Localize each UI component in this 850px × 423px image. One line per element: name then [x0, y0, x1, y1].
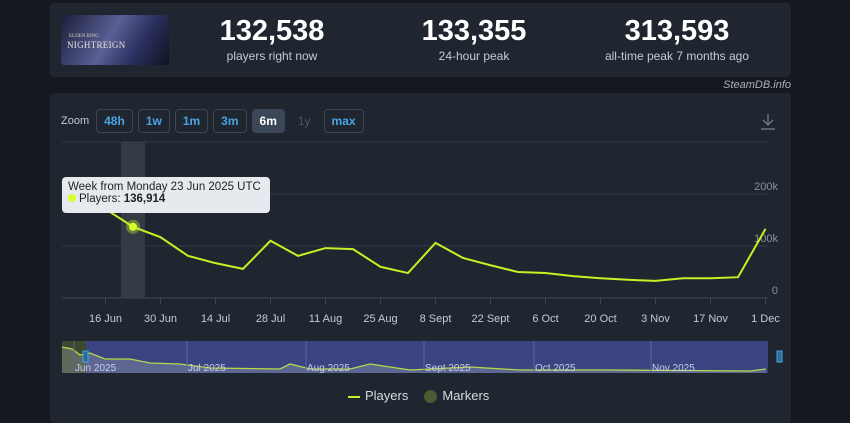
navigator-label: Aug 2025 [307, 363, 350, 374]
x-tick-label: 8 Sept [420, 313, 452, 325]
x-tick-label: 14 Jul [201, 313, 230, 325]
tooltip-series: Players: [79, 193, 124, 205]
line-icon [348, 395, 360, 398]
player-chart[interactable]: 0100k200k16 Jun 30 Jun 14 Jul 28 Jul 11 Aug 2… [50, 93, 791, 423]
y-tick-label: 200k [754, 181, 778, 193]
logo-title: NIGHTREIGN [67, 40, 126, 50]
x-tick-label: 16 Jun [89, 313, 122, 325]
chart-tooltip: Week from Monday 23 Jun 2025 UTC Players… [62, 177, 270, 213]
stat-label: players right now [226, 49, 318, 63]
legend-players[interactable]: Players [348, 388, 408, 403]
x-tick-label: 1 Dec [751, 313, 780, 325]
legend-label: Players [365, 388, 409, 404]
x-tick-label: 22 Sept [472, 313, 510, 325]
stats-card: ELDEN RING NIGHTREIGN 132,538 players ri… [50, 3, 791, 77]
legend-markers[interactable]: Markers [424, 388, 490, 404]
y-tick-label: 0 [772, 285, 778, 297]
legend-label: Markers [442, 388, 490, 403]
stat-value: 132,538 [219, 15, 325, 47]
stat-value: 313,593 [624, 15, 730, 47]
chart-card: Zoom 48h 1w 1m 3m 6m 1y max 0 100k 200k 16 … [50, 93, 791, 423]
navigator-label: Nov 2025 [652, 363, 695, 374]
navigator-handle-right [776, 350, 783, 363]
stat-alltime-peak: 313,593 all-time peak 7 months ago [577, 15, 777, 63]
navigator-label: Oct 2025 [535, 363, 576, 374]
series-dot-icon [68, 194, 76, 202]
stat-current: 132,538 players right now [172, 15, 372, 63]
x-tick-label: 30 Jun [144, 313, 177, 325]
chart-legend: Players Markers [348, 388, 490, 404]
x-tick-label: 17 Nov [693, 313, 728, 325]
stat-label: all-time peak 7 months ago [604, 49, 750, 63]
tooltip-value: 136,914 [123, 193, 166, 205]
navigator-label: Sept 2025 [425, 363, 471, 374]
data-point [126, 219, 140, 234]
x-tick-label: 25 Aug [363, 313, 397, 325]
navigator-label: Jun 2025 [75, 363, 117, 374]
stat-label: 24-hour peak [438, 49, 510, 63]
navigator-handle-left [82, 350, 89, 363]
stat-24h-peak: 133,355 24-hour peak [374, 15, 574, 63]
marker-icon [424, 390, 438, 404]
x-tick-label: 28 Jul [256, 313, 285, 325]
game-thumbnail[interactable]: ELDEN RING NIGHTREIGN [61, 15, 169, 65]
logo-small: ELDEN RING [69, 34, 99, 39]
x-tick-label: 20 Oct [584, 313, 616, 325]
x-tick-label: 3 Nov [641, 313, 670, 325]
stat-value: 133,355 [421, 15, 527, 47]
navigator-label: Jul 2025 [188, 363, 226, 374]
tooltip-title: Week from Monday 23 Jun 2025 UTC [68, 181, 261, 193]
steamdb-credit[interactable]: SteamDB.info [723, 79, 791, 91]
x-tick-label: 6 Oct [532, 313, 558, 325]
x-tick-label: 11 Aug [309, 313, 342, 325]
